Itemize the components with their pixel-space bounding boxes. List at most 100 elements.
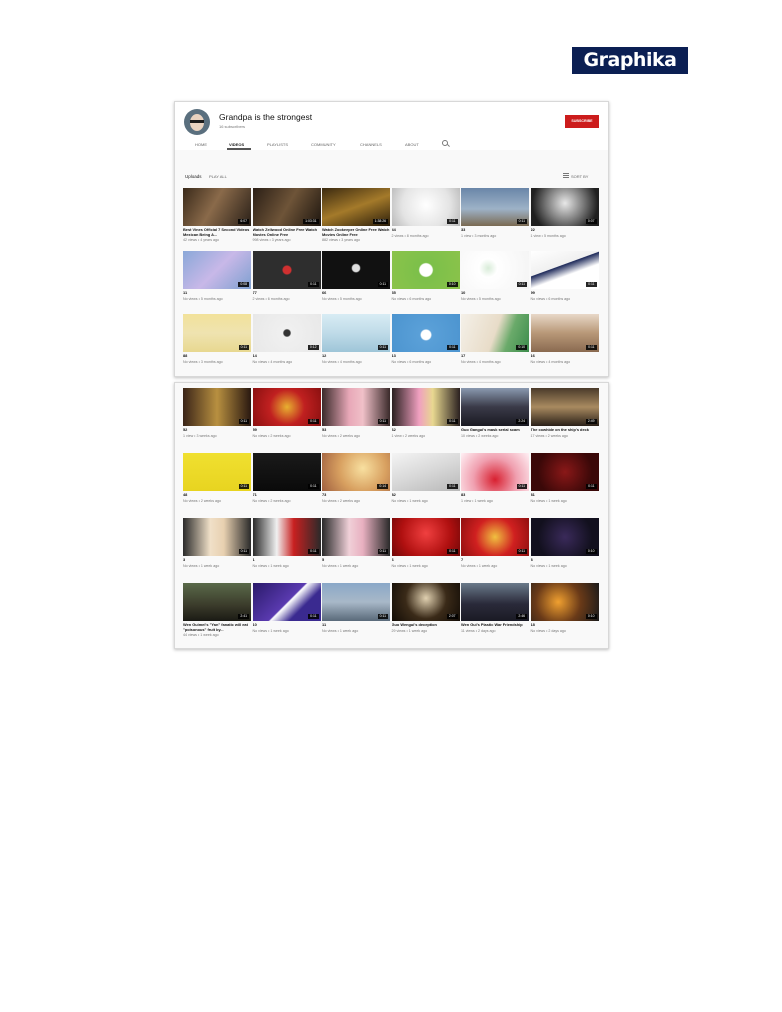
video-card[interactable]: 0:11 6 No views • 1 week ago xyxy=(391,518,460,568)
channel-avatar[interactable] xyxy=(184,109,210,135)
video-thumbnail[interactable]: 0:11 xyxy=(391,453,460,491)
video-title[interactable]: 66 xyxy=(322,291,390,296)
video-title[interactable]: 59 xyxy=(253,428,321,433)
video-card[interactable]: 0:11 62 1 view • 2 weeks ago xyxy=(391,388,460,438)
video-card[interactable]: 0:11 48 No views • 2 weeks ago xyxy=(183,453,251,503)
video-title[interactable]: 11 xyxy=(183,291,251,296)
video-card[interactable]: 0:11 77 2 views • 6 months ago xyxy=(252,251,321,301)
video-title[interactable]: 17 xyxy=(461,354,529,359)
search-icon[interactable] xyxy=(442,140,448,146)
video-title[interactable]: 7 xyxy=(461,558,529,563)
video-thumbnail[interactable]: 0:11 xyxy=(530,251,599,289)
video-card[interactable]: 0:11 52 1 view • 3 weeks ago xyxy=(183,388,251,438)
video-card[interactable]: 0:11 82 No views • 1 week ago xyxy=(391,453,460,503)
video-card[interactable]: 0:11 71 No views • 2 weeks ago xyxy=(252,453,321,503)
video-card[interactable]: 2:46 Wen Gui's Plastic War Friendship 11 v… xyxy=(461,583,529,633)
video-card[interactable]: 0:10 17 No views • 4 months ago xyxy=(461,314,529,364)
subscribe-button[interactable]: SUBSCRIBE xyxy=(565,115,599,128)
video-title[interactable]: 22 xyxy=(531,228,599,233)
video-thumbnail[interactable]: 2:07 xyxy=(391,583,460,621)
video-title[interactable]: 10 xyxy=(461,291,529,296)
video-card[interactable]: 2:49 The cowhide on the ship's deck 17 vie… xyxy=(530,388,599,438)
video-card[interactable]: 0:11 16 No views • 4 months ago xyxy=(530,314,599,364)
video-title[interactable]: Guo Gangui's mask serial scam xyxy=(461,428,529,433)
video-thumbnail[interactable]: 0:11 xyxy=(461,453,529,491)
video-title[interactable]: 81 xyxy=(531,493,599,498)
video-card[interactable]: 0:07 22 1 view • 5 months ago xyxy=(530,188,599,238)
video-thumbnail[interactable]: 1:03:31 xyxy=(252,188,321,226)
video-thumbnail[interactable]: 0:10 xyxy=(461,314,529,352)
video-title[interactable]: 52 xyxy=(183,428,251,433)
video-card[interactable]: 0:11 81 No views • 1 week ago xyxy=(530,453,599,503)
video-title[interactable]: 71 xyxy=(253,493,321,498)
video-thumbnail[interactable]: 0:14 xyxy=(322,453,390,491)
video-title[interactable]: 14 xyxy=(253,354,321,359)
video-thumbnail[interactable]: 0:10 xyxy=(391,251,460,289)
video-thumbnail[interactable]: 0:11 xyxy=(391,314,460,352)
video-thumbnail[interactable]: 0:11 xyxy=(252,388,321,426)
sort-icon[interactable] xyxy=(563,173,569,179)
video-card[interactable]: 6:07 Best Vines Official 7 Second Videos … xyxy=(183,188,251,243)
video-title[interactable]: Wen Gui's Plastic War Friendship xyxy=(461,623,529,628)
video-thumbnail[interactable]: 0:11 xyxy=(322,251,390,289)
video-thumbnail[interactable]: 0:11 xyxy=(322,518,390,556)
video-thumbnail[interactable]: 0:10 xyxy=(530,583,599,621)
video-thumbnail[interactable]: 0:11 xyxy=(322,314,390,352)
video-card[interactable]: 0:11 66 No views • 5 months ago xyxy=(322,251,390,301)
video-thumbnail[interactable]: 0:11 xyxy=(391,188,460,226)
video-card[interactable]: 0:11 7 No views • 1 week ago xyxy=(461,518,529,568)
video-card[interactable]: 1:38:26 Watch Zookeeper Online Free Watch… xyxy=(322,188,390,243)
video-title[interactable]: 13 xyxy=(392,354,460,359)
video-title[interactable]: Watch Zellwood Online Free Watch Movies … xyxy=(253,228,321,237)
video-thumbnail[interactable]: 2:46 xyxy=(461,583,529,621)
video-thumbnail[interactable]: 0:11 xyxy=(530,453,599,491)
video-card[interactable]: 0:11 53 No views • 2 weeks ago xyxy=(322,388,390,438)
video-card[interactable]: 0:11 59 No views • 2 weeks ago xyxy=(252,388,321,438)
video-title[interactable]: 77 xyxy=(253,291,321,296)
video-card[interactable]: 0:14 73 No views • 2 weeks ago xyxy=(322,453,390,503)
video-card[interactable]: 0:11 99 No views • 6 months ago xyxy=(530,251,599,301)
video-title[interactable]: 48 xyxy=(183,493,251,498)
video-card[interactable]: 0:11 83 1 view • 1 week ago xyxy=(461,453,529,503)
video-title[interactable]: 53 xyxy=(322,428,390,433)
video-title[interactable]: Guo Wengui's deception xyxy=(392,623,460,628)
tab-about[interactable]: ABOUT xyxy=(405,142,419,147)
video-card[interactable]: 0:11 10 No views • 5 months ago xyxy=(461,251,529,301)
video-card[interactable]: 0:10 18 No views • 2 days ago xyxy=(530,583,599,633)
video-title[interactable]: 62 xyxy=(392,428,460,433)
video-card[interactable]: 1:03:31 Watch Zellwood Online Free Watch … xyxy=(252,188,321,243)
video-thumbnail[interactable]: 0:11 xyxy=(461,188,529,226)
video-thumbnail[interactable]: 0:11 xyxy=(322,388,390,426)
video-card[interactable]: 0:11 44 2 views • 8 months ago xyxy=(391,188,460,238)
video-thumbnail[interactable]: 6:07 xyxy=(183,188,251,226)
video-title[interactable]: 12 xyxy=(322,354,390,359)
video-thumbnail[interactable]: 0:10 xyxy=(530,518,599,556)
video-title[interactable]: 83 xyxy=(461,493,529,498)
video-thumbnail[interactable]: 0:07 xyxy=(530,188,599,226)
video-thumbnail[interactable]: 0:11 xyxy=(252,453,321,491)
video-title[interactable]: 10 xyxy=(253,623,321,628)
video-title[interactable]: Wen Guimei's "Yan" fanatic will eat "poi… xyxy=(183,623,251,632)
video-card[interactable]: 0:10 8 No views • 1 week ago xyxy=(530,518,599,568)
video-thumbnail[interactable]: 0:11 xyxy=(461,251,529,289)
video-thumbnail[interactable]: 0:11 xyxy=(183,314,251,352)
video-thumbnail[interactable]: 0:11 xyxy=(252,583,321,621)
video-title[interactable]: 88 xyxy=(183,354,251,359)
video-thumbnail[interactable]: 0:11 xyxy=(183,518,251,556)
video-card[interactable]: 0:11 11 No views • 1 week ago xyxy=(322,583,390,633)
video-title[interactable]: The cowhide on the ship's deck xyxy=(531,428,599,433)
video-thumbnail[interactable]: 0:11 xyxy=(530,314,599,352)
video-thumbnail[interactable]: 0:11 xyxy=(183,453,251,491)
video-title[interactable]: 11 xyxy=(322,623,390,628)
video-thumbnail[interactable]: 2:41 xyxy=(183,583,251,621)
video-title[interactable]: 3 xyxy=(183,558,251,563)
video-card[interactable]: 0:11 12 No views • 4 months ago xyxy=(322,314,390,364)
video-card[interactable]: 2:07 Guo Wengui's deception 29 views • 1 w… xyxy=(391,583,460,633)
video-title[interactable]: 44 xyxy=(392,228,460,233)
video-thumbnail[interactable]: 2:49 xyxy=(530,388,599,426)
video-card[interactable]: 2:24 Guo Gangui's mask serial scam 10 view… xyxy=(461,388,529,438)
video-thumbnail[interactable]: 0:11 xyxy=(391,388,460,426)
video-card[interactable]: 0:11 5 No views • 1 week ago xyxy=(322,518,390,568)
video-thumbnail[interactable]: 0:12 xyxy=(252,314,321,352)
tab-videos[interactable]: VIDEOS xyxy=(229,142,244,147)
